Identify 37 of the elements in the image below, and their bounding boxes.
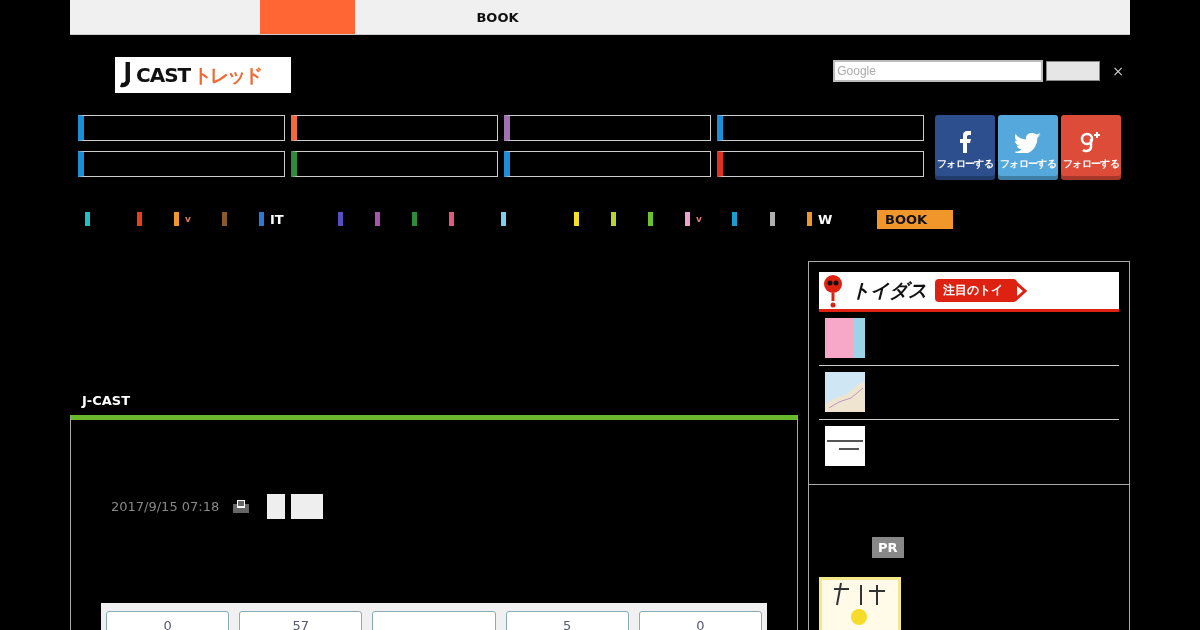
google-plus-icon (1079, 131, 1103, 153)
banner-tag: 注目のトイ (935, 279, 1017, 302)
genre-link[interactable]: IT (259, 211, 338, 227)
banner-title: トイダス (851, 277, 927, 303)
facebook-icon (959, 131, 971, 153)
follow-button[interactable]: フォローする (935, 115, 995, 180)
bird-icon (1015, 133, 1041, 153)
site-logo[interactable]: CAST トレッド (115, 57, 291, 93)
section-title: J-CAST (80, 393, 132, 410)
category-link[interactable] (291, 115, 498, 141)
genre-link[interactable]: v (685, 212, 732, 226)
category-link[interactable] (78, 115, 285, 141)
reaction-count[interactable]: 5 (505, 611, 629, 630)
category-link[interactable] (291, 150, 498, 177)
hook-icon (119, 60, 133, 90)
reaction-count[interactable]: 57 (239, 611, 363, 630)
genre-button[interactable]: BOOK (877, 209, 953, 229)
category-link[interactable] (504, 115, 711, 141)
pr-badge: PR (872, 537, 904, 558)
follow-button[interactable]: フォローする (1061, 115, 1121, 180)
category-link[interactable] (78, 150, 285, 177)
toidas-banner[interactable]: トイダス 注目のトイ (819, 272, 1119, 312)
article-date: 2017/9/15 07:18 (111, 498, 220, 514)
share-button[interactable] (267, 493, 286, 519)
reaction-count[interactable]: 0 (638, 611, 762, 630)
share-button[interactable] (291, 493, 324, 519)
category-link[interactable] (717, 150, 924, 177)
reaction-count[interactable]: 0 (106, 611, 230, 630)
print-icon[interactable] (233, 499, 250, 513)
genre-link[interactable]: W (807, 211, 857, 227)
category-link[interactable] (504, 150, 711, 177)
genre-link[interactable]: v (174, 212, 222, 226)
question-mark-icon (823, 273, 843, 308)
search-field[interactable]: Google (833, 60, 1044, 82)
category-link[interactable] (717, 115, 924, 141)
close-button[interactable]: × (1112, 63, 1124, 79)
search-button[interactable] (1046, 61, 1101, 81)
